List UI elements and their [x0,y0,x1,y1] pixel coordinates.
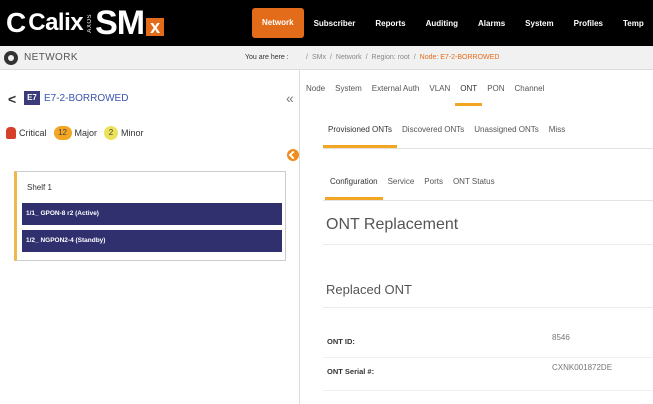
divider [323,200,653,201]
subsection-title: Replaced ONT [326,282,412,297]
major-alarm-label: Major [74,128,98,138]
breadcrumb-region[interactable]: Region: root [372,54,410,61]
tab-ports[interactable]: Ports [419,174,448,200]
chevron-left-icon[interactable]: < [8,91,16,107]
breadcrumb-network[interactable]: Network [336,54,362,61]
network-globe-icon [4,51,18,65]
tab-provisioned-onts[interactable]: Provisioned ONTs [323,122,398,148]
alarm-summary: Critical 12 Major 2 Minor [6,126,148,140]
critical-alarm-label: Critical [19,128,47,138]
critical-alarm-icon[interactable] [6,127,16,139]
breadcrumb-smx[interactable]: SMx [312,54,326,61]
card-slot-1[interactable]: 1/1_ GPON-8 r2 (Active) [22,203,282,225]
main-menu: Network Subscriber Reports Auditing Alar… [252,0,653,46]
device-name-link[interactable]: E7-2-BORROWED [44,93,128,104]
node-tabs: Node System External Auth VLAN ONT PON C… [301,80,549,106]
tab-service[interactable]: Service [383,174,420,200]
tab-node[interactable]: Node [301,80,330,106]
tab-pon[interactable]: PON [482,80,509,106]
top-navigation-bar: C Calix AXOS SM x Network Subscriber Rep… [0,0,653,46]
minor-alarm-count[interactable]: 2 [104,126,119,140]
breadcrumb-prefix: You are here : [245,54,289,61]
tab-unassigned-onts[interactable]: Unassigned ONTs [469,122,543,148]
menu-network[interactable]: Network [252,8,304,38]
divider [323,148,653,149]
ont-subtabs: Provisioned ONTs Discovered ONTs Unassig… [323,122,570,148]
tab-channel[interactable]: Channel [510,80,550,106]
divider [323,244,653,245]
tab-configuration[interactable]: Configuration [325,174,383,200]
menu-reports[interactable]: Reports [365,0,415,46]
menu-profiles[interactable]: Profiles [564,0,613,46]
breadcrumb-current-node: Node: E7-2-BORROWED [419,54,500,61]
ont-detail-panel: Node System External Auth VLAN ONT PON C… [301,70,653,404]
major-alarm-count[interactable]: 12 [53,126,72,140]
section-title: ONT Replacement [326,216,459,233]
tab-missing-onts[interactable]: Miss [544,122,570,148]
ont-serial-label: ONT Serial #: [327,367,375,376]
tab-vlan[interactable]: VLAN [424,80,455,106]
device-tree-panel: < E7 E7-2-BORROWED « Critical 12 Major 2… [0,70,300,404]
calix-logo-mark: C [6,7,27,38]
menu-system[interactable]: System [515,0,563,46]
logo-calix-text: Calix [28,9,84,36]
ont-serial-value: CXNK001872DE [552,363,613,372]
tab-discovered-onts[interactable]: Discovered ONTs [397,122,469,148]
tab-ont[interactable]: ONT [455,80,483,106]
breadcrumb: / SMx / Network / Region: root / Node: E… [306,54,500,61]
logo-sm-text: SM [95,4,145,42]
page-title: NETWORK [24,52,78,63]
menu-alarms[interactable]: Alarms [468,0,515,46]
network-header-bar: NETWORK You are here : / SMx / Network /… [0,46,653,70]
shelf-panel: Shelf 1 1/1_ GPON-8 r2 (Active) 1/2_ NGP… [14,171,286,261]
device-type-badge: E7 [24,91,40,105]
double-chevron-left-icon[interactable]: « [286,90,294,106]
logo-x-badge: x [146,18,165,36]
menu-subscriber[interactable]: Subscriber [304,0,366,46]
divider [323,390,653,391]
ont-id-value: 8546 [552,333,570,342]
logo-axos-text: AXOS [87,13,94,33]
menu-templates[interactable]: Temp [613,0,653,46]
minor-alarm-label: Minor [121,128,144,138]
tab-external-auth[interactable]: External Auth [367,80,425,106]
card-slot-2[interactable]: 1/2_ NGPON2-4 (Standby) [22,230,282,252]
ont-id-label: ONT ID: [327,337,355,346]
divider [323,307,653,308]
tab-ont-status[interactable]: ONT Status [448,174,500,200]
tab-system[interactable]: System [330,80,367,106]
menu-auditing[interactable]: Auditing [416,0,468,46]
calix-axos-smx-logo[interactable]: C Calix AXOS SM x [6,4,165,42]
panel-toggle-icon[interactable] [287,149,299,161]
config-subtabs: Configuration Service Ports ONT Status [325,174,500,200]
shelf-title: Shelf 1 [27,183,52,192]
divider [323,357,653,358]
